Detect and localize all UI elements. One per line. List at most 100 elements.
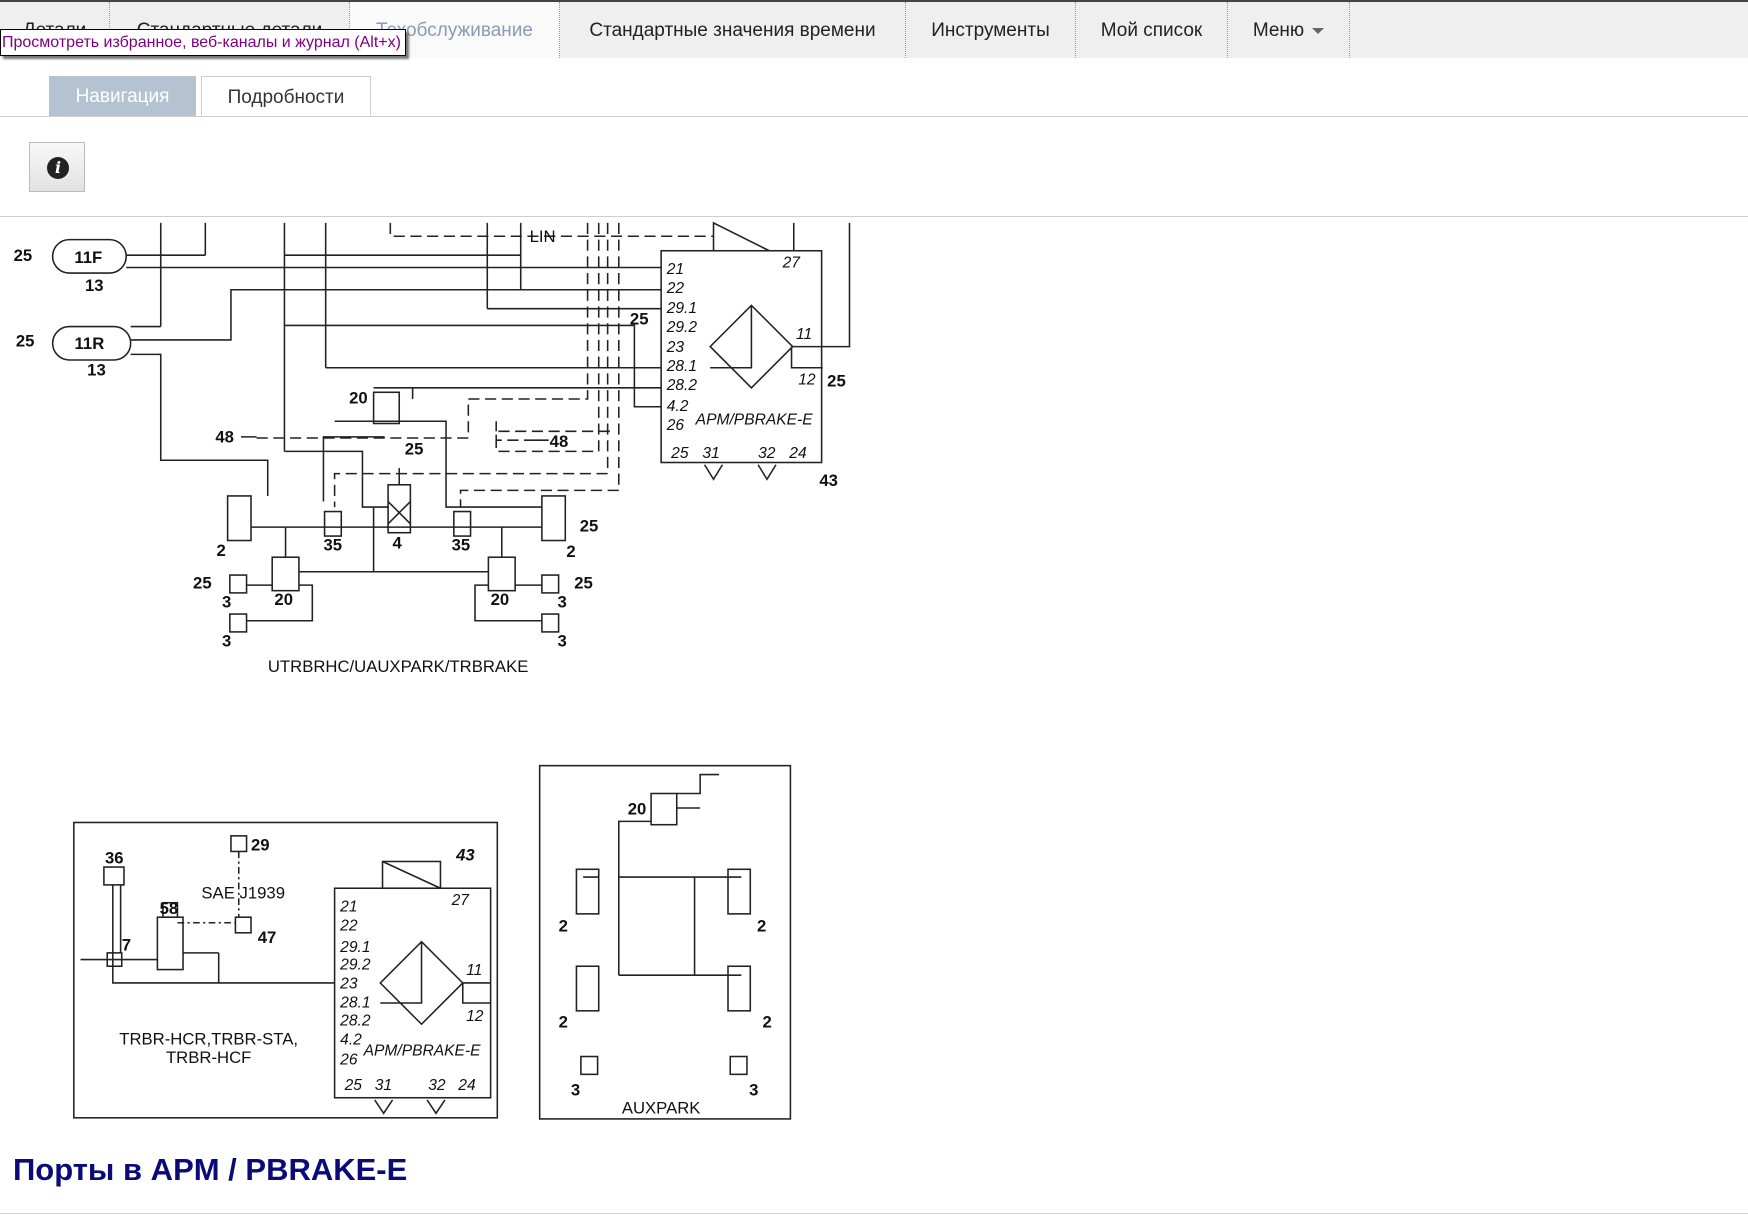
component-number: 58 xyxy=(160,899,179,918)
component-number: 2 xyxy=(757,917,766,936)
apm-label: APM/PBRAKE-E xyxy=(363,1042,482,1059)
component-number: 35 xyxy=(323,536,342,555)
diagram-caption: TRBR-HCR,TRBR-STA, xyxy=(119,1029,298,1048)
component-number: 3 xyxy=(571,1081,580,1100)
component-number: 47 xyxy=(258,928,277,947)
port-label: 28.2 xyxy=(339,1012,371,1029)
wiring-diagram: 11F11RLIN212229.129.22328.128.24.2262711… xyxy=(14,221,851,1120)
port-label: 23 xyxy=(339,976,358,993)
diagram-caption: AUXPARK xyxy=(622,1098,701,1117)
component-number: 48 xyxy=(550,432,569,451)
port-label: 28.2 xyxy=(666,377,698,394)
component-number: 20 xyxy=(491,590,510,609)
component-number: 3 xyxy=(749,1081,758,1100)
diagram-caption: UTRBRHC/UAUXPARK/TRBRAKE xyxy=(268,657,528,676)
component-number: 3 xyxy=(557,631,566,650)
component-number: 25 xyxy=(827,372,846,391)
auxpark-diagram xyxy=(538,764,792,1120)
valve-20 xyxy=(487,556,516,592)
apm-box xyxy=(660,249,823,464)
component-number: 29 xyxy=(251,835,270,854)
trbr-diagram xyxy=(73,821,499,1119)
component-number: 25 xyxy=(630,309,649,328)
tooltip: Просмотреть избранное, веб-каналы и журн… xyxy=(0,29,406,56)
valve-20 xyxy=(372,391,401,425)
lin-label: LIN xyxy=(530,227,556,246)
port-label: 26 xyxy=(339,1051,358,1068)
component-number: 20 xyxy=(628,800,647,819)
component-number: 2 xyxy=(763,1013,772,1032)
port-label: 29.2 xyxy=(339,957,371,974)
port-label: 4.2 xyxy=(667,398,689,415)
port-label: 31 xyxy=(375,1077,392,1094)
port-label: 29.2 xyxy=(666,319,698,336)
port-label: 23 xyxy=(666,339,685,356)
component-number: 25 xyxy=(16,332,35,351)
component-number: 25 xyxy=(405,440,424,459)
component-number: 2 xyxy=(216,541,225,560)
diagram-caption: TRBR-HCF xyxy=(166,1048,251,1067)
component-number: 4 xyxy=(393,533,403,552)
component-number: 13 xyxy=(85,276,104,295)
component-number: 20 xyxy=(349,388,368,407)
component-number: 36 xyxy=(105,849,124,868)
component-number: 3 xyxy=(222,592,231,611)
component-number: 48 xyxy=(215,427,234,446)
component-number: 2 xyxy=(559,1013,568,1032)
valve-4 xyxy=(387,484,412,534)
port-label: 32 xyxy=(428,1077,446,1094)
port-label: 27 xyxy=(782,254,802,271)
divider xyxy=(0,1213,1748,1214)
component-number: 20 xyxy=(274,590,293,609)
component-number: 2 xyxy=(566,542,575,561)
tank-label: 11R xyxy=(75,334,105,353)
component-number: 3 xyxy=(557,592,566,611)
component-number: 43 xyxy=(455,845,475,864)
port-label: 24 xyxy=(788,445,807,462)
component-number: 43 xyxy=(819,471,838,490)
port-label: 25 xyxy=(670,445,689,462)
component-number: 13 xyxy=(87,361,106,380)
brake-3 xyxy=(541,574,560,594)
section-heading: Порты в APM / PBRAKE-E xyxy=(13,1152,408,1187)
port-label: 12 xyxy=(466,1008,484,1025)
apm-label: APM/PBRAKE-E xyxy=(695,412,814,429)
cylinder-2 xyxy=(226,495,252,542)
component-number: 7 xyxy=(122,936,131,955)
port-label: 28.1 xyxy=(339,994,370,1011)
port-label: 24 xyxy=(457,1077,476,1094)
port-label: 29.1 xyxy=(339,939,370,956)
subtab-details[interactable]: Подробности xyxy=(201,76,371,116)
port-label: 4.2 xyxy=(340,1031,362,1048)
component-number: 2 xyxy=(559,917,568,936)
port-label: 32 xyxy=(758,445,776,462)
port-label: 26 xyxy=(666,417,685,434)
port-label: 31 xyxy=(702,445,719,462)
component-number: 25 xyxy=(574,573,593,592)
valve-20 xyxy=(271,556,300,592)
component-number: 25 xyxy=(193,573,212,592)
port-label: 22 xyxy=(339,918,358,935)
tank-label: 11F xyxy=(74,248,102,267)
port-label: 11 xyxy=(466,962,482,979)
valve-35 xyxy=(453,510,472,537)
component-number: 35 xyxy=(452,536,471,555)
component-number: 25 xyxy=(14,246,33,265)
port-label: 28.1 xyxy=(666,358,697,375)
port-label: 29.1 xyxy=(666,300,697,317)
port-label: 21 xyxy=(339,899,357,916)
component-number: 3 xyxy=(222,631,231,650)
port-label: 25 xyxy=(344,1077,363,1094)
port-label: 22 xyxy=(666,280,685,297)
component-number: 25 xyxy=(580,517,599,536)
port-label: 12 xyxy=(798,371,816,388)
brake-3 xyxy=(541,613,560,633)
brake-3 xyxy=(229,613,248,633)
valve-35 xyxy=(323,510,343,537)
port-label: 11 xyxy=(796,326,812,343)
cylinder-2 xyxy=(541,495,567,542)
brake-3 xyxy=(229,574,248,594)
port-label: 21 xyxy=(666,261,684,278)
bus-label: SAE J1939 xyxy=(201,883,285,902)
port-label: 27 xyxy=(451,892,471,909)
